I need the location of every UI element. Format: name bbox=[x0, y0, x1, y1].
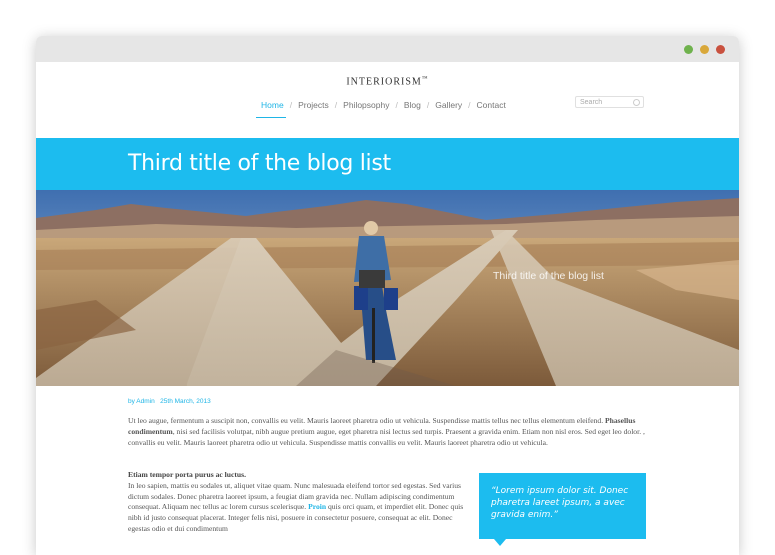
post-paragraph: Ut leo augue, fermentum a suscipit non, … bbox=[128, 416, 648, 448]
desert-road-photo bbox=[36, 190, 739, 386]
post-title-banner: Third title of the blog list bbox=[36, 138, 739, 190]
nav-item-home[interactable]: Home bbox=[256, 100, 289, 110]
post-hero-image: Third title of the blog list bbox=[36, 190, 739, 386]
nav-item-contact[interactable]: Contact bbox=[472, 100, 511, 110]
nav-item-gallery[interactable]: Gallery bbox=[430, 100, 467, 110]
post-title[interactable]: Third title of the blog list bbox=[128, 151, 391, 176]
search-placeholder: Search bbox=[580, 99, 603, 106]
search-input[interactable]: Search bbox=[575, 96, 644, 108]
hero-caption: Third title of the blog list bbox=[493, 270, 604, 282]
maximize-dot-icon[interactable] bbox=[684, 45, 693, 54]
post-author[interactable]: by Admin bbox=[128, 398, 155, 405]
minimize-dot-icon[interactable] bbox=[700, 45, 709, 54]
main-nav: Home / Projects / Philopsophy / Blog / G… bbox=[256, 100, 511, 110]
active-nav-underline bbox=[256, 117, 286, 118]
pull-quote: “Lorem ipsum dolor sit. Donec pharetra l… bbox=[479, 473, 646, 539]
paragraph-text: , nisi sed facilisis volutpat, nibh augu… bbox=[128, 426, 645, 447]
close-dot-icon[interactable] bbox=[716, 45, 725, 54]
nav-item-blog[interactable]: Blog bbox=[399, 100, 426, 110]
nav-item-philosophy[interactable]: Philopsophy bbox=[338, 100, 394, 110]
proin-link[interactable]: Proin bbox=[308, 502, 326, 511]
post-paragraph-2: Etiam tempor porta purus ac luctus. In l… bbox=[128, 470, 468, 535]
post-meta: by Admin 25th March, 2013 bbox=[128, 398, 211, 405]
browser-window: INTERIORISM™ Home / Projects / Philopsop… bbox=[36, 36, 739, 555]
paragraph-heading: Etiam tempor porta purus ac luctus. bbox=[128, 470, 246, 479]
post-date: 25th March, 2013 bbox=[160, 398, 211, 405]
nav-item-projects[interactable]: Projects bbox=[293, 100, 334, 110]
search-icon[interactable] bbox=[633, 99, 640, 106]
site-logo[interactable]: INTERIORISM™ bbox=[36, 76, 739, 87]
pull-quote-tail bbox=[494, 539, 506, 546]
paragraph-text: Ut leo augue, fermentum a suscipit non, … bbox=[128, 416, 606, 425]
window-titlebar bbox=[36, 36, 739, 62]
